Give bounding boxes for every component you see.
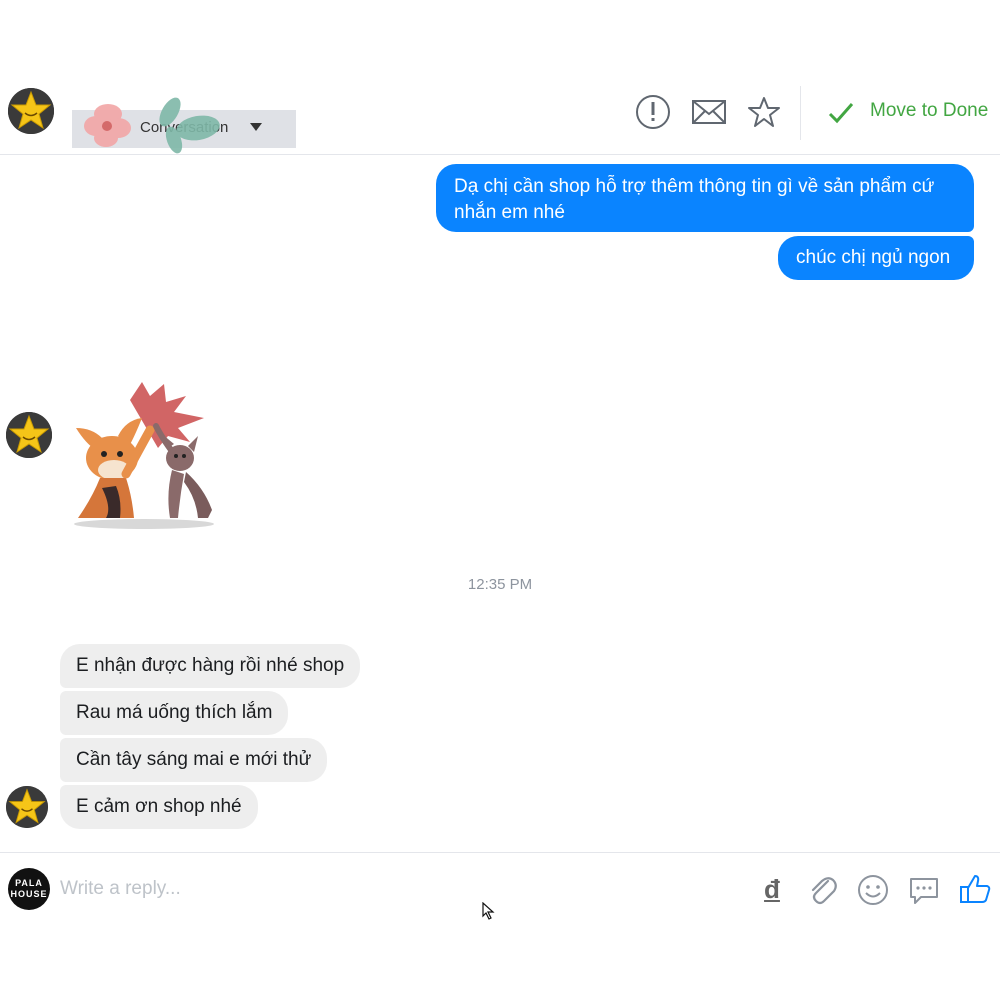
outgoing-message: chúc chị ngủ ngon	[778, 236, 974, 280]
mark-unread-icon[interactable]	[690, 93, 728, 131]
incoming-message: E cảm ơn shop nhé	[60, 785, 258, 829]
like-icon[interactable]	[958, 872, 992, 906]
move-to-done-button[interactable]: Move to Done	[870, 100, 988, 122]
incoming-message: Rau má uống thích lắm	[60, 691, 289, 735]
attachment-icon[interactable]	[806, 873, 840, 907]
incoming-message: Cần tây sáng mai e mới thử	[60, 738, 328, 782]
customer-avatar[interactable]	[8, 88, 54, 134]
emoji-icon[interactable]	[856, 873, 890, 907]
star-icon[interactable]	[745, 93, 783, 131]
reply-input[interactable]	[60, 874, 620, 904]
incoming-message: E nhận được hàng rồi nhé shop	[60, 644, 361, 688]
saved-replies-icon[interactable]	[907, 873, 941, 907]
flower-decoration	[78, 92, 228, 156]
dogs-high-five-sticker[interactable]	[62, 378, 226, 530]
outgoing-message: Dạ chị cần shop hỗ trợ thêm thông tin gì…	[436, 164, 974, 232]
chevron-down-icon	[250, 123, 262, 131]
spam-icon[interactable]	[634, 93, 672, 131]
customer-avatar[interactable]	[6, 412, 52, 458]
page-avatar: PALA HOUSE	[8, 868, 50, 910]
message-timestamp: 12:35 PM	[467, 576, 533, 593]
header-divider	[800, 86, 801, 140]
customer-avatar[interactable]	[6, 786, 48, 828]
checkmark-icon[interactable]	[826, 98, 856, 128]
mouse-cursor	[482, 901, 500, 920]
currency-icon[interactable]: đ	[758, 872, 786, 906]
composer-divider	[0, 852, 1000, 853]
